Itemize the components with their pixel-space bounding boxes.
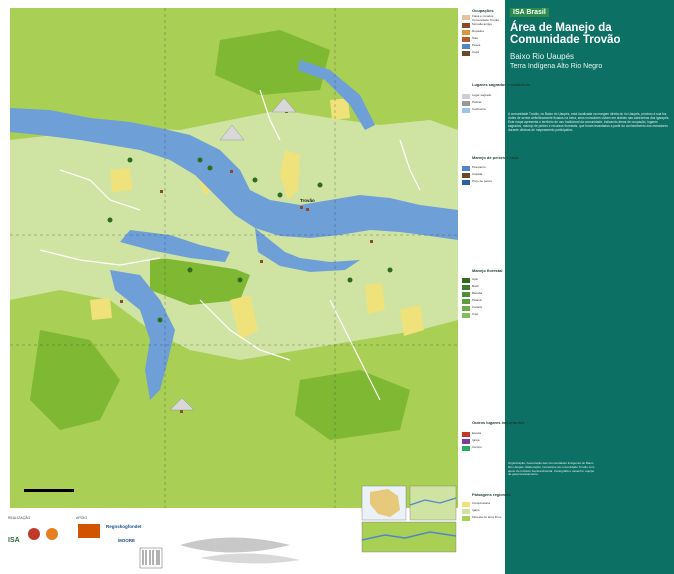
legend-heading-paisagens: Paisagens regionais [472, 492, 511, 497]
legend-swatch [462, 51, 470, 56]
legend-swatch [462, 292, 470, 297]
campinarana [365, 283, 385, 314]
logo-rect-icon [78, 524, 100, 538]
legend-item: Cipó [472, 312, 479, 316]
page-title: Área de Manejo da Comunidade Trovão [510, 22, 621, 46]
legend-swatch [462, 94, 470, 99]
body-text: A comunidade Trovão, no Baixo rio Uaupés… [508, 112, 670, 132]
legend-swatch [462, 101, 470, 106]
legend-item: Patauá [472, 298, 482, 302]
legend-swatch [462, 23, 470, 28]
footer-label-realizacao: REALIZAÇÃO [8, 516, 31, 520]
legend-swatch [462, 285, 470, 290]
legend-swatch [462, 509, 470, 514]
legend-swatch [462, 516, 470, 521]
logo-isa: ISA [8, 537, 20, 544]
legend-item: Buriti [472, 284, 479, 288]
legend-item: Igapó [472, 508, 480, 512]
legend-swatch [462, 180, 470, 185]
legend-item: Lugar sagrado [472, 93, 492, 97]
logo-circle-icon [28, 528, 40, 540]
legend-swatch [462, 313, 470, 318]
subtitle-territory: Terra Indígena Alto Rio Negro [510, 63, 603, 70]
legend-swatch [462, 278, 470, 283]
footer-fish-drawing [180, 537, 290, 553]
logo-regnskogfondet: Regnskogfondet [106, 524, 142, 529]
place-label-trovao: Trovão [300, 198, 315, 203]
legend-heading-outros: Outros lugares importantes [472, 420, 525, 425]
legend-item: Caranã [472, 305, 482, 309]
legend-swatch [462, 432, 470, 437]
legend-item: Faixa e roçados Comunidade Trovão [472, 14, 500, 22]
legend-swatch [462, 15, 470, 20]
legend-item: Pesca [472, 43, 481, 47]
logo-circle-icon [46, 528, 58, 540]
legend-heading-ocupacoes: Ocupações [472, 8, 494, 13]
legend-item: Campo [472, 445, 482, 449]
legend-swatch [462, 439, 470, 444]
legend-heading-sagrados: Lugares sagrados e históricos [472, 82, 531, 87]
legend-item: Bacaba [472, 291, 483, 295]
legend-item: Poço de pesca [472, 179, 492, 183]
scale-bar [24, 489, 74, 492]
legend-heading-florestal: Manejo florestal [472, 268, 503, 273]
brand-badge: ISA Brasil [510, 8, 549, 17]
legend-swatch [462, 44, 470, 49]
campinarana [110, 168, 132, 192]
legend-swatch [462, 173, 470, 178]
legend-swatch [462, 30, 470, 35]
legend-item: Roçados [472, 29, 484, 33]
legend-swatch [462, 37, 470, 42]
logo-moore: MOORE [118, 538, 136, 543]
legend-item: Floresta de terra firme [472, 515, 502, 519]
legend-swatch [462, 166, 470, 171]
legend-item: Açaí [472, 277, 479, 281]
footer-fish-drawing [200, 553, 300, 564]
credits-text: Organização: Associação das Comunidades … [508, 462, 595, 477]
legend-swatch [462, 502, 470, 507]
legend-item: Pesqueiro [472, 165, 486, 169]
legend-item: Igreja [472, 438, 480, 442]
legend-item: Campinarana [472, 501, 491, 505]
legend-swatch [462, 446, 470, 451]
legend-swatch [462, 306, 470, 311]
legend-item: Sítio [472, 36, 479, 40]
legend-item: Pedras [472, 100, 482, 104]
legend-swatch [462, 299, 470, 304]
legend-item: Caça [472, 50, 480, 54]
subtitle: Baixo Rio Uaupés [510, 52, 575, 61]
legend-item: Moradia antiga [472, 22, 492, 26]
legend-item: Caçada [472, 172, 483, 176]
legend-swatch [462, 108, 470, 113]
footer-label-apoio: APOIO [76, 516, 88, 520]
legend-item: Cachoeira [472, 107, 486, 111]
legend-item: Escola [472, 431, 482, 435]
campinarana [90, 298, 112, 320]
